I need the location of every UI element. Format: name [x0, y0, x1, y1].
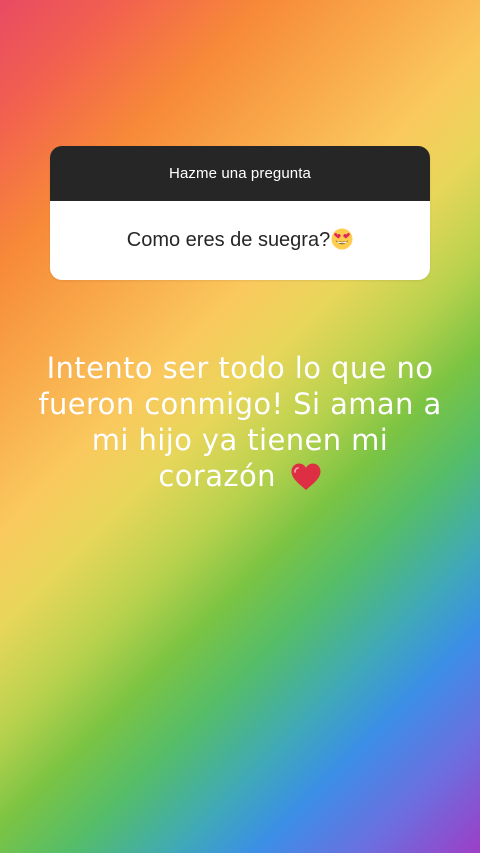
heart-eyes-icon [331, 228, 353, 254]
question-sticker-header: Hazme una pregunta [50, 146, 430, 201]
question-sticker-body: Como eres de suegra? [50, 201, 430, 280]
caption-text: Intento ser todo lo que no fueron conmig… [38, 351, 442, 493]
heart-icon [290, 462, 322, 500]
story-caption: Intento ser todo lo que no fueron conmig… [30, 350, 450, 500]
question-sticker-title: Hazme una pregunta [169, 165, 311, 182]
question-text: Como eres de suegra? [126, 229, 331, 251]
question-sticker[interactable]: Hazme una pregunta Como eres de suegra? [50, 146, 430, 280]
